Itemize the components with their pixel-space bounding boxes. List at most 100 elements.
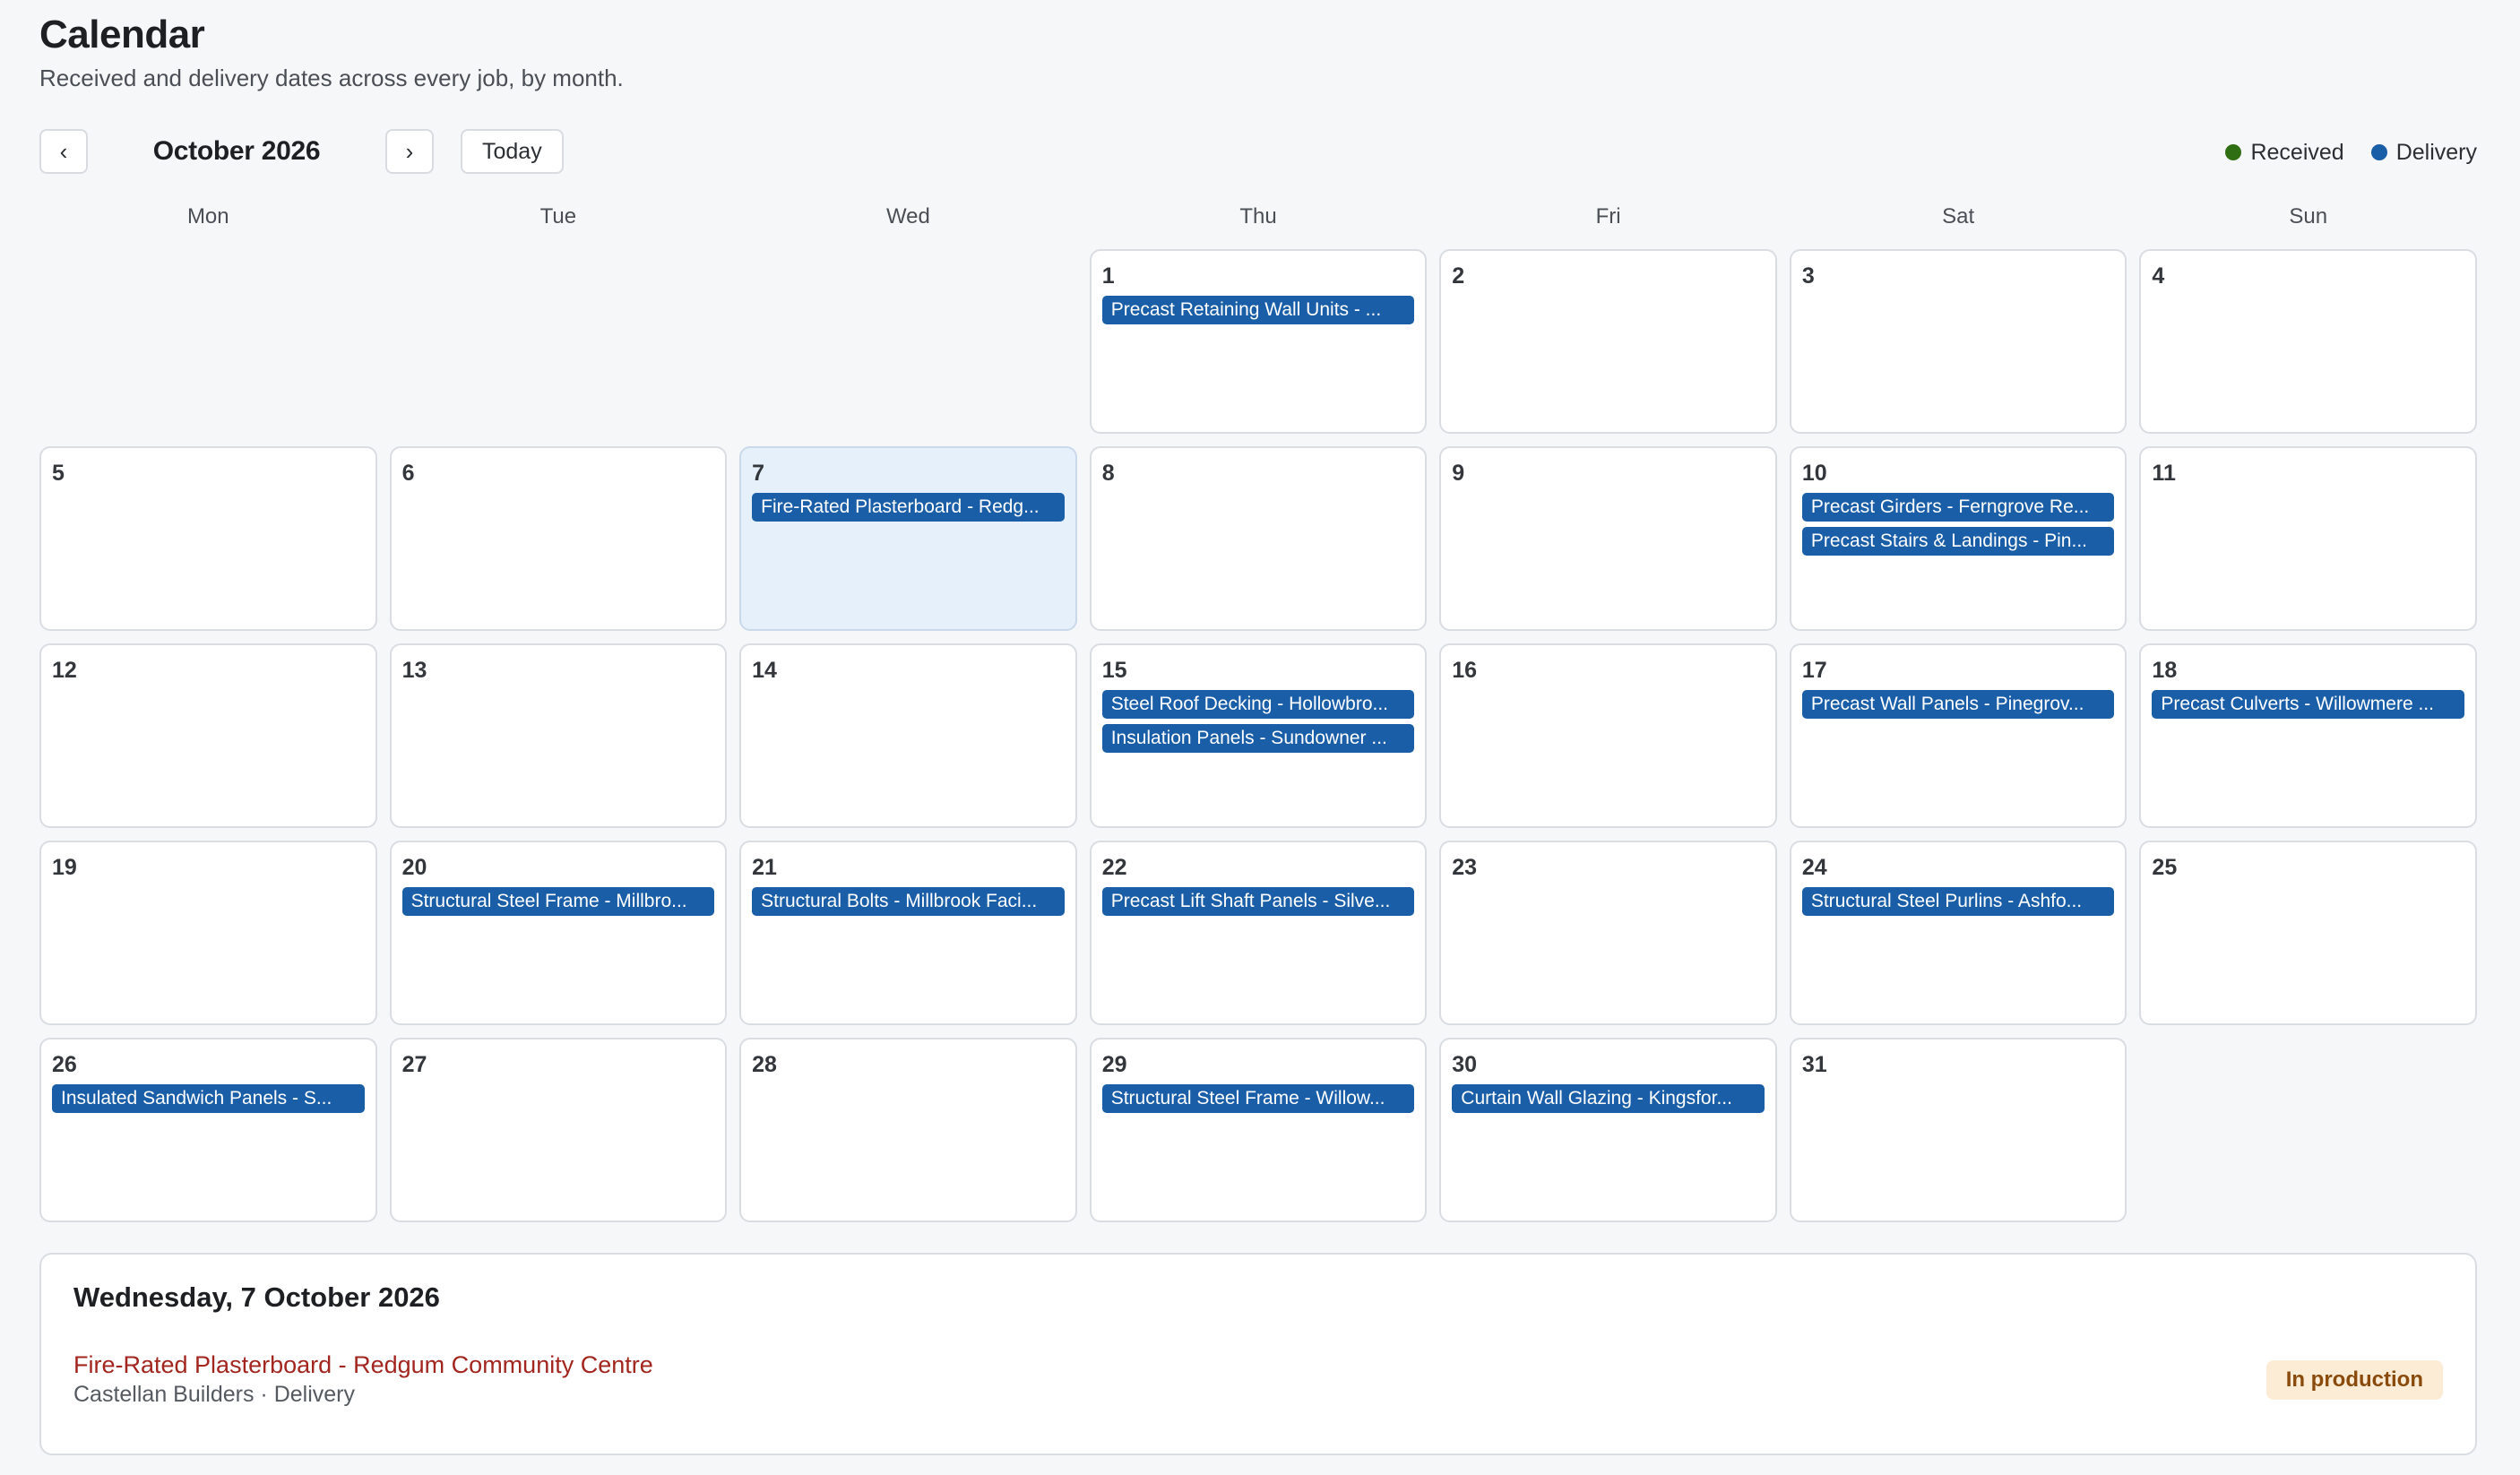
day-cell-7[interactable]: 7 Fire-Rated Plasterboard - Redg...	[739, 446, 1077, 631]
day-number: 24	[1801, 855, 1827, 880]
calendar-event-chip[interactable]: Precast Retaining Wall Units - ...	[1101, 296, 1415, 324]
day-cell-26[interactable]: 26 Insulated Sandwich Panels - S...	[39, 1038, 377, 1222]
calendar-grid: 1 Precast Retaining Wall Units - ... 2 3 4 5 6…	[39, 249, 2477, 1222]
weekday-wed: Wed	[885, 204, 930, 229]
day-cell-31[interactable]: 31	[1789, 1038, 2127, 1222]
legend-item-received: Received	[2225, 139, 2344, 166]
calendar-event-chip[interactable]: Insulated Sandwich Panels - S...	[52, 1084, 365, 1113]
day-number: 5	[52, 461, 65, 486]
calendar-event-chip[interactable]: Structural Steel Purlins - Ashfo...	[1801, 887, 2115, 916]
detail-event-meta: Castellan Builders · Delivery	[73, 1382, 356, 1407]
day-cell-13[interactable]: 13	[389, 643, 728, 828]
day-cell-25[interactable]: 25	[2139, 841, 2477, 1025]
day-number: 14	[752, 658, 777, 683]
legend-item-delivery: Delivery	[2370, 139, 2477, 166]
chevron-left-icon: ‹	[59, 137, 68, 165]
calendar-toolbar: ‹ October 2026 › Today	[39, 129, 564, 174]
day-number: 6	[401, 461, 415, 486]
calendar-event-chip[interactable]: Precast Lift Shaft Panels - Silve...	[1101, 887, 1415, 916]
day-cell-8[interactable]: 8	[1089, 446, 1428, 631]
day-cell-4[interactable]: 4	[2139, 249, 2477, 434]
page-title: Calendar	[39, 13, 205, 56]
day-number: 20	[401, 855, 427, 880]
month-label: October 2026	[152, 136, 321, 166]
day-number: 1	[1101, 263, 1115, 289]
day-number: 9	[1452, 461, 1465, 486]
day-cell-23[interactable]: 23	[1439, 841, 1777, 1025]
day-cell-14[interactable]: 14	[739, 643, 1077, 828]
empty-day-cell	[390, 249, 728, 434]
day-cell-30[interactable]: 30 Curtain Wall Glazing - Kingsfor...	[1439, 1038, 1777, 1222]
day-cell-2[interactable]: 2	[1439, 249, 1777, 434]
weekday-mon: Mon	[186, 204, 229, 229]
chevron-right-icon: ›	[405, 137, 414, 165]
calendar-event-chip[interactable]: Structural Bolts - Millbrook Faci...	[752, 887, 1065, 916]
day-number: 15	[1101, 658, 1127, 683]
weekday-header: Mon Tue Wed Thu Fri Sat Sun	[39, 204, 2477, 229]
day-number: 10	[1801, 461, 1827, 486]
delivery-dot-icon	[2370, 144, 2387, 160]
day-number: 12	[52, 658, 77, 683]
detail-date-title: Wednesday, 7 October 2026	[73, 1281, 440, 1313]
day-cell-29[interactable]: 29 Structural Steel Frame - Willow...	[1089, 1038, 1428, 1222]
calendar-event-chip[interactable]: Structural Steel Frame - Millbro...	[401, 887, 715, 916]
day-cell-27[interactable]: 27	[389, 1038, 728, 1222]
empty-day-cell	[739, 249, 1077, 434]
day-number: 28	[752, 1052, 777, 1077]
day-number: 18	[2152, 658, 2178, 683]
calendar-event-chip[interactable]: Insulation Panels - Sundowner ...	[1101, 724, 1415, 753]
day-number: 4	[2152, 263, 2165, 289]
calendar-event-chip[interactable]: Curtain Wall Glazing - Kingsfor...	[1452, 1084, 1765, 1113]
weekday-sun: Sun	[2289, 204, 2328, 229]
calendar-event-chip[interactable]: Precast Culverts - Willowmere ...	[2152, 690, 2464, 719]
day-number: 2	[1452, 263, 1465, 289]
day-cell-18[interactable]: 18 Precast Culverts - Willowmere ...	[2139, 643, 2477, 828]
day-number: 19	[52, 855, 77, 880]
day-number: 21	[752, 855, 777, 880]
calendar-event-chip[interactable]: Fire-Rated Plasterboard - Redg...	[752, 493, 1065, 522]
day-cell-15[interactable]: 15 Steel Roof Decking - Hollowbro... Insul…	[1089, 643, 1428, 828]
day-cell-16[interactable]: 16	[1439, 643, 1777, 828]
next-month-button[interactable]: ›	[385, 129, 434, 174]
legend-label-received: Received	[2250, 139, 2344, 165]
day-number: 16	[1452, 658, 1478, 683]
day-cell-20[interactable]: 20 Structural Steel Frame - Millbro...	[389, 841, 728, 1025]
day-cell-11[interactable]: 11	[2139, 446, 2477, 631]
day-cell-24[interactable]: 24 Structural Steel Purlins - Ashfo...	[1789, 841, 2127, 1025]
calendar-event-chip[interactable]: Steel Roof Decking - Hollowbro...	[1101, 690, 1415, 719]
day-number: 17	[1801, 658, 1827, 683]
calendar-event-chip[interactable]: Precast Girders - Ferngrove Re...	[1801, 493, 2115, 522]
weekday-fri: Fri	[1595, 204, 1621, 229]
calendar-event-chip[interactable]: Structural Steel Frame - Willow...	[1101, 1084, 1415, 1113]
day-cell-28[interactable]: 28	[739, 1038, 1077, 1222]
day-cell-10[interactable]: 10 Precast Girders - Ferngrove Re... Preca…	[1789, 446, 2127, 631]
detail-event-link[interactable]: Fire-Rated Plasterboard - Redgum Communi…	[73, 1351, 653, 1379]
page-subtitle: Received and delivery dates across every…	[39, 65, 624, 91]
day-number: 3	[1801, 263, 1815, 289]
received-dot-icon	[2225, 144, 2242, 160]
legend: Received Delivery	[2225, 136, 2477, 168]
calendar-event-chip[interactable]: Precast Stairs & Landings - Pin...	[1801, 527, 2115, 556]
empty-day-cell	[39, 249, 377, 434]
day-cell-22[interactable]: 22 Precast Lift Shaft Panels - Silve...	[1089, 841, 1428, 1025]
day-cell-1[interactable]: 1 Precast Retaining Wall Units - ...	[1089, 249, 1428, 434]
day-cell-5[interactable]: 5	[39, 446, 377, 631]
today-button[interactable]: Today	[461, 129, 564, 174]
weekday-tue: Tue	[539, 204, 577, 229]
day-number: 27	[401, 1052, 427, 1077]
day-cell-3[interactable]: 3	[1789, 249, 2127, 434]
day-number: 30	[1452, 1052, 1478, 1077]
day-number: 8	[1101, 461, 1115, 486]
day-cell-19[interactable]: 19	[39, 841, 377, 1025]
day-cell-17[interactable]: 17 Precast Wall Panels - Pinegrov...	[1789, 643, 2127, 828]
day-number: 25	[2152, 855, 2178, 880]
legend-label-delivery: Delivery	[2395, 139, 2477, 165]
day-cell-21[interactable]: 21 Structural Bolts - Millbrook Faci...	[739, 841, 1077, 1025]
day-cell-12[interactable]: 12	[39, 643, 377, 828]
previous-month-button[interactable]: ‹	[39, 129, 88, 174]
calendar-event-chip[interactable]: Precast Wall Panels - Pinegrov...	[1801, 690, 2115, 719]
day-number: 7	[752, 461, 765, 486]
day-detail-panel: Wednesday, 7 October 2026 Fire-Rated Pla…	[39, 1253, 2477, 1455]
day-cell-9[interactable]: 9	[1439, 446, 1777, 631]
day-cell-6[interactable]: 6	[389, 446, 728, 631]
